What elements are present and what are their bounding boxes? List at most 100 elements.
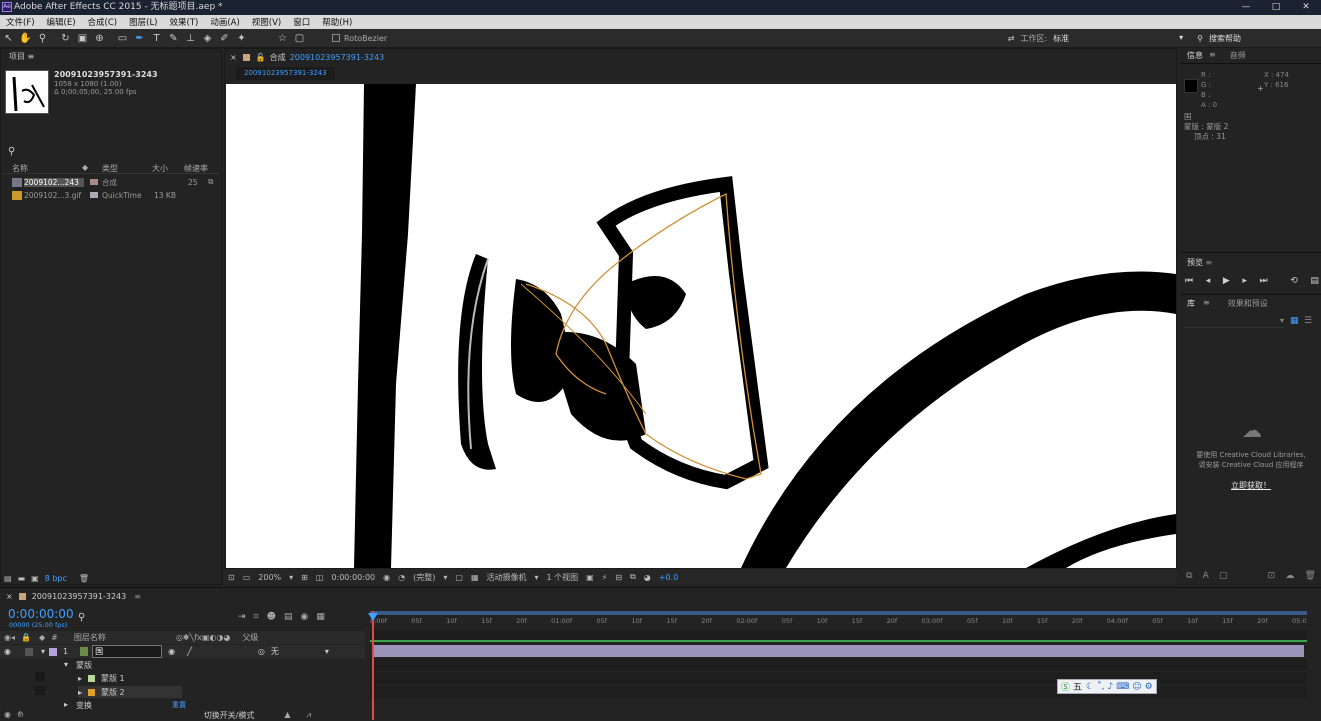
menu-effect[interactable]: 效果(T): [164, 16, 205, 28]
mask-row[interactable]: ▸ 蒙版 2: [78, 686, 182, 698]
play-icon[interactable]: ▶: [1223, 276, 1230, 286]
hand-tool-icon[interactable]: ✋: [17, 31, 34, 46]
time-ruler[interactable]: 0:00f 05f 10f 15f 20f 01:00f 05f 10f 15f…: [370, 617, 1307, 629]
transparency-grid-icon[interactable]: ▦: [471, 573, 479, 582]
timeline-timecode[interactable]: 0:00:00:00: [8, 607, 74, 621]
interpret-footage-icon[interactable]: ▤: [4, 574, 12, 583]
project-search-icon[interactable]: ⚲: [8, 146, 15, 157]
timeline-search-icon[interactable]: ⚲: [78, 612, 85, 623]
project-row[interactable]: 2009102...243 合成 25 ⧉: [2, 176, 220, 188]
composition-viewer[interactable]: [226, 84, 1176, 568]
ram-preview-icon[interactable]: ▤: [1310, 276, 1319, 286]
ime-mode-label[interactable]: 五: [1073, 680, 1082, 693]
parent-dropdown[interactable]: 无: [271, 646, 279, 657]
timeline-icon[interactable]: ⊟: [615, 573, 622, 582]
layer-duration-bar[interactable]: [372, 645, 1304, 657]
mask-color-chip[interactable]: [88, 675, 96, 682]
ime-logo-icon[interactable]: Ⓢ: [1061, 680, 1070, 693]
pick-whip-icon[interactable]: ◎: [258, 647, 265, 656]
menu-composition[interactable]: 合成(C): [82, 16, 124, 28]
project-tab[interactable]: 项目 ≡: [1, 49, 221, 65]
panel-menu-icon[interactable]: ≡: [134, 592, 141, 601]
pan-behind-tool-icon[interactable]: ⊕: [91, 31, 108, 46]
chevron-down-icon[interactable]: ▾: [289, 573, 293, 582]
col-layer-name[interactable]: 图层名称: [74, 632, 106, 643]
chevron-down-icon[interactable]: ▾: [535, 573, 539, 582]
menu-edit[interactable]: 编辑(E): [41, 16, 82, 28]
current-time-indicator[interactable]: [372, 611, 374, 720]
expand-arrow-icon[interactable]: ▸: [78, 688, 82, 697]
region-of-interest-icon[interactable]: ▢: [455, 573, 463, 582]
menu-file[interactable]: 文件(F): [0, 16, 41, 28]
panel-menu-icon[interactable]: ≡: [1209, 50, 1216, 63]
expand-arrow-icon[interactable]: ▸: [78, 674, 82, 683]
tab-effects-presets[interactable]: 效果和预设: [1228, 298, 1268, 309]
minimize-button[interactable]: —: [1231, 0, 1261, 15]
camera-tool-icon[interactable]: ▣: [74, 31, 91, 46]
graph-editor-icon[interactable]: ▦: [316, 612, 325, 622]
camera-dropdown[interactable]: 活动摄像机: [487, 572, 527, 583]
menu-help[interactable]: 帮助(H): [316, 16, 358, 28]
close-tab-icon[interactable]: ×: [6, 592, 13, 601]
flowchart-icon[interactable]: ⧉: [208, 177, 213, 187]
menu-animation[interactable]: 动画(A): [204, 16, 245, 28]
comp-mini-flowchart-icon[interactable]: ⇥: [238, 612, 246, 622]
local-axis-icon[interactable]: ☆: [274, 31, 291, 46]
pen-tool-icon[interactable]: ✒: [131, 31, 148, 46]
tab-library[interactable]: 库: [1187, 298, 1195, 309]
trash-icon[interactable]: 🗑: [1305, 571, 1316, 581]
tab-audio[interactable]: 音频: [1230, 50, 1246, 63]
ime-user-icon[interactable]: ☺: [1132, 682, 1141, 692]
mask-visibility-icon[interactable]: ◫: [316, 573, 324, 582]
tab-info[interactable]: 信息: [1187, 50, 1203, 63]
panel-menu-icon[interactable]: ≡: [1203, 298, 1210, 309]
draft-3d-icon[interactable]: ⌗: [254, 612, 259, 622]
layer-name-field[interactable]: 国: [92, 645, 163, 658]
search-help-input[interactable]: 搜索帮助: [1209, 33, 1241, 44]
preview-tab[interactable]: 预览 ≡: [1187, 257, 1212, 268]
mask-color-chip[interactable]: [88, 688, 96, 696]
brush-tool-icon[interactable]: ✎: [165, 31, 182, 46]
next-frame-icon[interactable]: ▸: [1242, 276, 1247, 286]
trash-icon[interactable]: 🗑: [79, 574, 89, 583]
list-view-icon[interactable]: ☰: [1304, 316, 1312, 326]
selection-tool-icon[interactable]: ↖: [0, 31, 17, 46]
search-icon[interactable]: ⚲: [1197, 34, 1203, 43]
view-layout-dropdown[interactable]: 1 个视图: [547, 572, 579, 583]
panel-menu-icon[interactable]: ≡: [28, 52, 35, 61]
shy-switch-icon[interactable]: ◉: [168, 647, 175, 656]
show-channel-icon[interactable]: ◔: [398, 573, 405, 582]
composition-tab[interactable]: × 🔓 合成 20091023957391-3243: [230, 51, 384, 63]
new-folder-icon[interactable]: ▬: [18, 574, 26, 583]
timeline-tab[interactable]: × 20091023957391-3243 ≡: [6, 592, 141, 601]
toggle-switches-modes[interactable]: 切换开关/模式: [204, 710, 255, 721]
close-button[interactable]: ✕: [1291, 0, 1321, 15]
rotobezier-checkbox[interactable]: [332, 34, 340, 42]
eraser-tool-icon[interactable]: ◈: [199, 31, 216, 46]
col-parent[interactable]: 父级: [242, 632, 258, 643]
new-composition-icon[interactable]: ▣: [31, 574, 39, 583]
always-preview-icon[interactable]: ⊡: [228, 573, 235, 582]
layer-label-chip[interactable]: [49, 647, 57, 656]
frame-blending-icon[interactable]: ▤: [284, 612, 293, 622]
lock-toggle[interactable]: [24, 647, 33, 656]
flowchart-icon[interactable]: ⧉: [630, 572, 636, 582]
ime-voice-icon[interactable]: ♪: [1107, 682, 1113, 692]
expand-arrow-icon[interactable]: ▾: [64, 660, 68, 671]
eye-icon[interactable]: ◉: [4, 647, 11, 656]
roto-brush-tool-icon[interactable]: ✐: [216, 31, 233, 46]
menu-layer[interactable]: 图层(L): [123, 16, 163, 28]
magnification-dropdown[interactable]: 200%: [258, 573, 281, 582]
last-frame-icon[interactable]: ⏭: [1260, 276, 1268, 286]
rectangle-tool-icon[interactable]: ▭: [114, 31, 131, 46]
lock-icon[interactable]: 🔓: [256, 53, 266, 62]
motion-blur-icon[interactable]: ◉: [301, 612, 309, 622]
resolution-dropdown[interactable]: (完整): [413, 572, 435, 583]
zoom-tool-icon[interactable]: ⚲: [34, 31, 51, 46]
sync-icon[interactable]: ⊡: [1268, 571, 1276, 581]
reset-exposure-icon[interactable]: ◕: [644, 573, 651, 582]
exposure-value[interactable]: +0.0: [659, 573, 678, 582]
text-icon[interactable]: A: [1203, 571, 1209, 581]
quality-switch-icon[interactable]: ╱: [187, 647, 192, 656]
pixel-aspect-icon[interactable]: ▣: [586, 573, 594, 582]
